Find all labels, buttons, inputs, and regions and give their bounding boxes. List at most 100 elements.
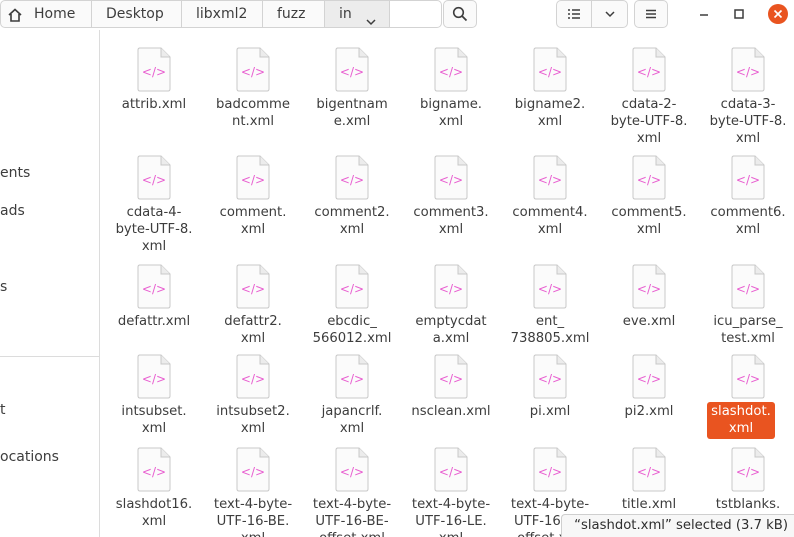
svg-text:</>: </> [142, 372, 166, 386]
xml-file-icon: </> [432, 154, 470, 200]
file-name: bigname2. xml [514, 97, 586, 129]
svg-text:</>: </> [439, 282, 463, 296]
xml-file-icon: </> [630, 446, 668, 492]
sidebar-item-videos[interactable]: s [0, 279, 7, 295]
breadcrumb-desktop[interactable]: Desktop [92, 0, 182, 28]
xml-file-icon: </> [234, 353, 272, 399]
xml-file-icon: </> [333, 46, 371, 92]
xml-file-icon: </> [333, 263, 371, 309]
sidebar-item-documents[interactable]: ents [0, 165, 30, 181]
svg-text:</>: </> [637, 372, 661, 386]
svg-text:</>: </> [538, 173, 562, 187]
breadcrumb-fuzz[interactable]: fuzz [263, 0, 325, 28]
file-name: text-4-byte- UTF-16-BE. xml [213, 497, 293, 537]
chevron-down-icon [604, 11, 615, 18]
file-name: emptycdat a.xml [415, 314, 487, 346]
file-grid: </> attrib.xml </> badcomme nt.xml </> bigent… [101, 30, 794, 537]
file-name: defattr2. xml [224, 314, 282, 346]
search-button[interactable] [443, 0, 477, 28]
file-name: comment3. xml [413, 205, 489, 237]
minimize-button[interactable] [693, 3, 715, 25]
file-name: text-4-byte- UTF-16-LE. xml [411, 497, 491, 537]
svg-text:</>: </> [736, 173, 760, 187]
svg-text:</>: </> [142, 465, 166, 479]
svg-text:</>: </> [142, 65, 166, 79]
search-icon [452, 6, 468, 22]
svg-text:</>: </> [142, 173, 166, 187]
breadcrumb-spacer [390, 0, 442, 28]
view-options-button[interactable] [591, 0, 628, 28]
xml-file-icon: </> [630, 154, 668, 200]
xml-file-icon: </> [729, 154, 767, 200]
sidebar-item-downloads[interactable]: ads [0, 203, 25, 219]
file-name: japancrlf. xml [321, 404, 383, 436]
xml-file-icon: </> [135, 154, 173, 200]
svg-text:</>: </> [340, 282, 364, 296]
svg-text:</>: </> [439, 173, 463, 187]
file-name: icu_parse_ test.xml [713, 314, 783, 346]
svg-text:</>: </> [637, 173, 661, 187]
file-name: slashdot16. xml [115, 497, 193, 529]
svg-text:</>: </> [142, 282, 166, 296]
maximize-button[interactable] [728, 3, 750, 25]
status-bar: “slashdot.xml” selected (3.7 kB) [561, 514, 794, 537]
sidebar-item-other-locations[interactable]: ocations [0, 449, 59, 465]
file-name: cdata-4- byte-UTF-8. xml [115, 205, 193, 254]
svg-text:</>: </> [538, 465, 562, 479]
file-name: intsubset. xml [121, 404, 187, 436]
svg-text:</>: </> [538, 282, 562, 296]
xml-file-icon: </> [135, 46, 173, 92]
file-name: comment2. xml [314, 205, 390, 237]
xml-file-icon: </> [135, 263, 173, 309]
file-name: slashdot. xml [707, 402, 775, 439]
file-name: pi2.xml [624, 404, 674, 419]
file-name: bigname. xml [420, 97, 482, 129]
svg-text:</>: </> [340, 65, 364, 79]
xml-file-icon: </> [531, 46, 569, 92]
svg-text:</>: </> [538, 372, 562, 386]
xml-file-icon: </> [729, 46, 767, 92]
xml-file-icon: </> [234, 46, 272, 92]
xml-file-icon: </> [531, 263, 569, 309]
svg-text:</>: </> [340, 372, 364, 386]
svg-text:</>: </> [538, 65, 562, 79]
svg-text:</>: </> [241, 465, 265, 479]
svg-text:</>: </> [736, 282, 760, 296]
xml-file-icon: </> [729, 446, 767, 492]
xml-file-icon: </> [729, 353, 767, 399]
svg-text:</>: </> [439, 372, 463, 386]
file-name: intsubset2. xml [216, 404, 290, 436]
file-name: defattr.xml [117, 314, 191, 329]
svg-text:</>: </> [340, 465, 364, 479]
xml-file-icon: </> [333, 154, 371, 200]
breadcrumb-label: fuzz [277, 6, 306, 22]
breadcrumb-label: Desktop [106, 6, 164, 22]
svg-text:</>: </> [736, 465, 760, 479]
breadcrumb-label: libxml2 [196, 6, 248, 22]
breadcrumb-libxml2[interactable]: libxml2 [182, 0, 263, 28]
sidebar-item-trash[interactable]: t [0, 402, 6, 418]
xml-file-icon: </> [531, 154, 569, 200]
svg-text:</>: </> [736, 65, 760, 79]
xml-file-icon: </> [333, 446, 371, 492]
close-button[interactable] [767, 3, 789, 25]
xml-file-icon: </> [630, 46, 668, 92]
xml-file-icon: </> [135, 446, 173, 492]
xml-file-icon: </> [234, 154, 272, 200]
svg-text:</>: </> [736, 372, 760, 386]
file-name: comment4. xml [512, 205, 588, 237]
list-view-button[interactable] [556, 0, 592, 28]
breadcrumb-home[interactable]: Home [0, 0, 92, 28]
file-name: cdata-3- byte-UTF-8. xml [709, 97, 787, 146]
svg-text:</>: </> [241, 173, 265, 187]
svg-text:</>: </> [637, 465, 661, 479]
hamburger-menu-icon [646, 9, 656, 19]
file-name: comment5. xml [611, 205, 687, 237]
main-menu-button[interactable] [634, 0, 668, 28]
breadcrumb-in[interactable]: in [325, 0, 390, 28]
file-name: text-4-byte- UTF-16-BE- offset.xml [312, 497, 392, 537]
list-view-icon [568, 9, 580, 19]
sidebar: ents ads s t ocations [0, 30, 100, 537]
file-name: title.xml [621, 497, 677, 512]
breadcrumb-label: Home [34, 6, 76, 22]
